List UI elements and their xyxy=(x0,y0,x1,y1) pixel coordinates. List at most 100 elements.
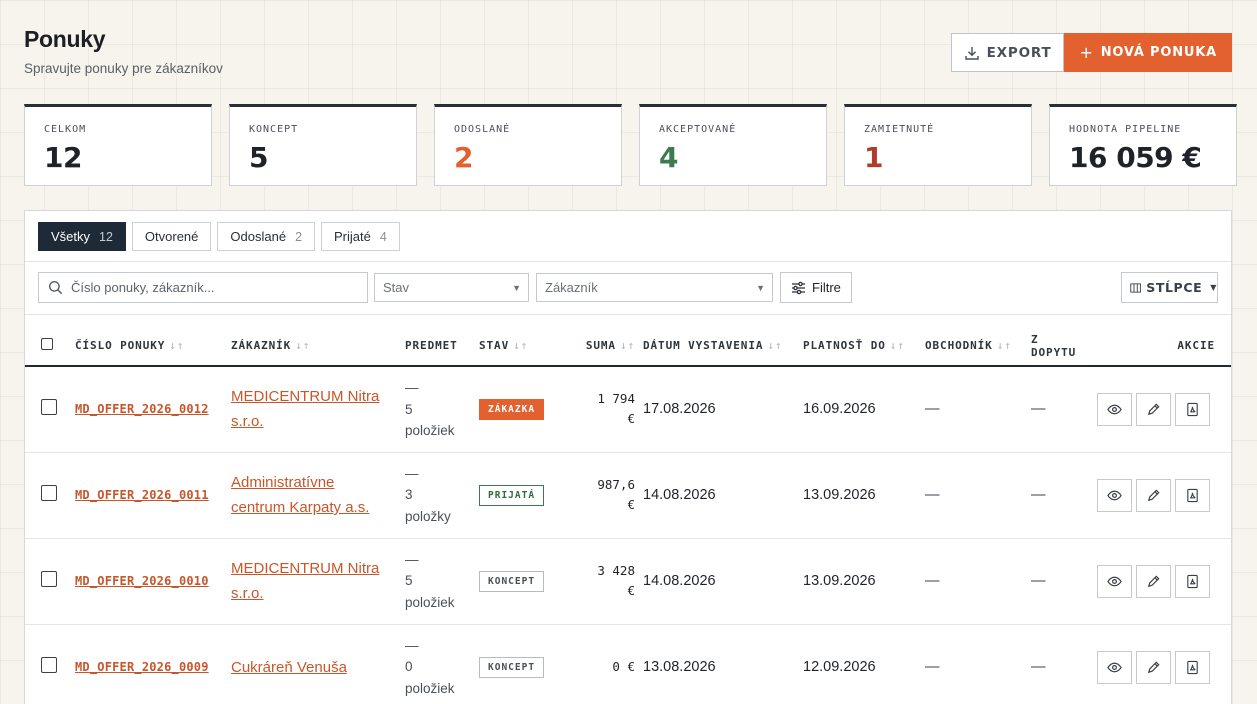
col-header-salesperson[interactable]: OBCHODNÍK ↓↑ xyxy=(921,326,1027,367)
status-badge: KONCEPT xyxy=(479,570,545,592)
customer-cell: Administratívne centrum Karpaty a.s. xyxy=(227,452,401,539)
row-actions xyxy=(1097,564,1227,598)
customer-select-value: Zákazník xyxy=(545,280,598,295)
new-offer-button[interactable]: + NOVÁ PONUKA xyxy=(1064,33,1232,72)
export-label: EXPORT xyxy=(986,44,1052,61)
pencil-icon xyxy=(1147,488,1160,501)
row-select-cell xyxy=(25,624,71,704)
edit-button[interactable] xyxy=(1136,392,1171,426)
offer-number-cell: MD_OFFER_2026_0011 xyxy=(71,452,227,539)
offers-table: ČÍSLO PONUKY ↓↑ ZÁKAZNÍK ↓↑ PREDMET STAV ↓↑… xyxy=(25,326,1231,704)
sum-amount: 0 € xyxy=(612,659,635,674)
tab-sent[interactable]: Odoslané 2 xyxy=(217,222,316,251)
inquiry-cell: — xyxy=(1027,366,1093,453)
row-select-cell xyxy=(25,538,71,625)
edit-button[interactable] xyxy=(1136,478,1171,512)
tab-all[interactable]: Všetky 12 xyxy=(38,222,126,251)
pencil-icon xyxy=(1147,403,1160,415)
row-select-cell xyxy=(25,366,71,453)
sort-icon: ↓↑ xyxy=(169,339,185,352)
table-row[interactable]: MD_OFFER_2026_0010 MEDICENTRUM Nitra s.r.… xyxy=(25,538,1231,625)
col-header-valid[interactable]: PLATNOSŤ DO ↓↑ xyxy=(799,326,921,367)
col-header-customer[interactable]: ZÁKAZNÍK ↓↑ xyxy=(227,326,401,367)
col-header-status[interactable]: STAV ↓↑ xyxy=(475,326,575,367)
customer-line: MEDICENTRUM Nitra xyxy=(231,560,380,577)
export-button[interactable]: EXPORT xyxy=(950,33,1065,72)
offer-number-link[interactable]: MD_OFFER_2026_0010 xyxy=(75,574,209,588)
customer-link[interactable]: MEDICENTRUM Nitra s.r.o. xyxy=(231,388,379,430)
stat-label: ODOSLANÉ xyxy=(454,124,511,135)
sum-cell: 3 428 € xyxy=(575,538,639,625)
sliders-icon xyxy=(792,281,805,294)
view-button[interactable] xyxy=(1097,478,1132,512)
status-select[interactable]: Stav ▼ xyxy=(374,273,529,302)
eye-icon xyxy=(1107,404,1122,415)
tab-open[interactable]: Otvorené xyxy=(131,222,212,251)
col-header-sum[interactable]: SUMA ↓↑ xyxy=(575,326,639,367)
edit-button[interactable] xyxy=(1136,564,1171,598)
sort-icon: ↓↑ xyxy=(889,339,905,352)
filter-bar: Stav ▼ Zákazník ▼ Filtre STĹPCE ▼ xyxy=(38,272,1218,303)
col-header-number[interactable]: ČÍSLO PONUKY ↓↑ xyxy=(71,326,227,367)
pdf-icon xyxy=(1187,660,1198,674)
customer-cell: MEDICENTRUM Nitra s.r.o. xyxy=(227,538,401,625)
pencil-icon xyxy=(1147,574,1160,587)
offer-number-link[interactable]: MD_OFFER_2026_0009 xyxy=(75,660,209,674)
issued-date-cell: 17.08.2026 xyxy=(639,366,799,453)
row-checkbox[interactable] xyxy=(41,485,57,501)
subject-count: 5 xyxy=(405,573,413,589)
select-all-cell xyxy=(25,326,71,367)
table-row[interactable]: MD_OFFER_2026_0009 Cukráreň Venuša — 0 pol… xyxy=(25,624,1231,704)
pdf-button[interactable] xyxy=(1175,650,1210,684)
stat-card-accepted: AKCEPTOVANÉ 4 xyxy=(639,104,827,186)
col-header-issued[interactable]: DÁTUM VYSTAVENIA ↓↑ xyxy=(639,326,799,367)
pdf-button[interactable] xyxy=(1175,478,1210,512)
col-header-label: SUMA xyxy=(585,339,616,352)
customer-link[interactable]: Cukráreň Venuša xyxy=(231,659,347,676)
tab-accepted[interactable]: Prijaté 4 xyxy=(321,222,400,251)
sort-icon: ↓↑ xyxy=(513,339,529,352)
view-button[interactable] xyxy=(1097,650,1132,684)
new-offer-label: NOVÁ PONUKA xyxy=(1100,45,1217,60)
table-row[interactable]: MD_OFFER_2026_0012 MEDICENTRUM Nitra s.r.… xyxy=(25,366,1231,453)
pdf-button[interactable] xyxy=(1175,392,1210,426)
edit-button[interactable] xyxy=(1136,650,1171,684)
col-header-label: DÁTUM VYSTAVENIA xyxy=(643,339,764,352)
customer-link[interactable]: Administratívne centrum Karpaty a.s. xyxy=(231,474,369,516)
table-row[interactable]: MD_OFFER_2026_0011 Administratívne centru… xyxy=(25,452,1231,539)
view-button[interactable] xyxy=(1097,392,1132,426)
status-badge: PRIJATÁ xyxy=(479,484,545,506)
salesperson-cell: — xyxy=(921,366,1027,453)
customer-link[interactable]: MEDICENTRUM Nitra s.r.o. xyxy=(231,560,379,602)
select-all-checkbox[interactable] xyxy=(41,338,53,350)
issued-date-cell: 14.08.2026 xyxy=(639,452,799,539)
row-checkbox[interactable] xyxy=(41,399,57,416)
status-cell: ZÁKAZKA xyxy=(475,366,575,453)
pdf-button[interactable] xyxy=(1175,564,1210,598)
search-input[interactable] xyxy=(71,280,351,295)
tab-label: Prijaté xyxy=(334,229,371,244)
page-header: Ponuky Spravujte ponuky pre zákazníkov xyxy=(24,26,223,76)
col-header-label: ČÍSLO PONUKY xyxy=(75,339,166,352)
sum-currency: € xyxy=(627,411,635,427)
view-button[interactable] xyxy=(1097,564,1132,598)
stats-bar: CELKOM 12 KONCEPT 5 ODOSLANÉ 2 AKCEPTOVA… xyxy=(24,104,1237,186)
columns-button[interactable]: STĹPCE ▼ xyxy=(1121,272,1218,303)
customer-cell: Cukráreň Venuša xyxy=(227,624,401,704)
row-select-cell xyxy=(25,452,71,539)
offer-number-link[interactable]: MD_OFFER_2026_0011 xyxy=(75,488,209,502)
valid-date-cell: 13.09.2026 xyxy=(799,452,921,539)
stat-card-draft: KONCEPT 5 xyxy=(229,104,417,186)
offer-number-link[interactable]: MD_OFFER_2026_0012 xyxy=(75,402,209,416)
row-checkbox[interactable] xyxy=(41,571,57,587)
inquiry-cell: — xyxy=(1027,538,1093,625)
chevron-down-icon: ▼ xyxy=(756,282,765,293)
stat-label: AKCEPTOVANÉ xyxy=(659,124,737,135)
filters-button[interactable]: Filtre xyxy=(780,272,852,303)
row-actions-cell xyxy=(1093,624,1231,704)
issued-date-cell: 14.08.2026 xyxy=(639,538,799,625)
stat-value: 2 xyxy=(454,141,473,174)
status-badge: KONCEPT xyxy=(479,656,545,678)
row-checkbox[interactable] xyxy=(41,657,57,673)
customer-select[interactable]: Zákazník ▼ xyxy=(536,273,773,302)
